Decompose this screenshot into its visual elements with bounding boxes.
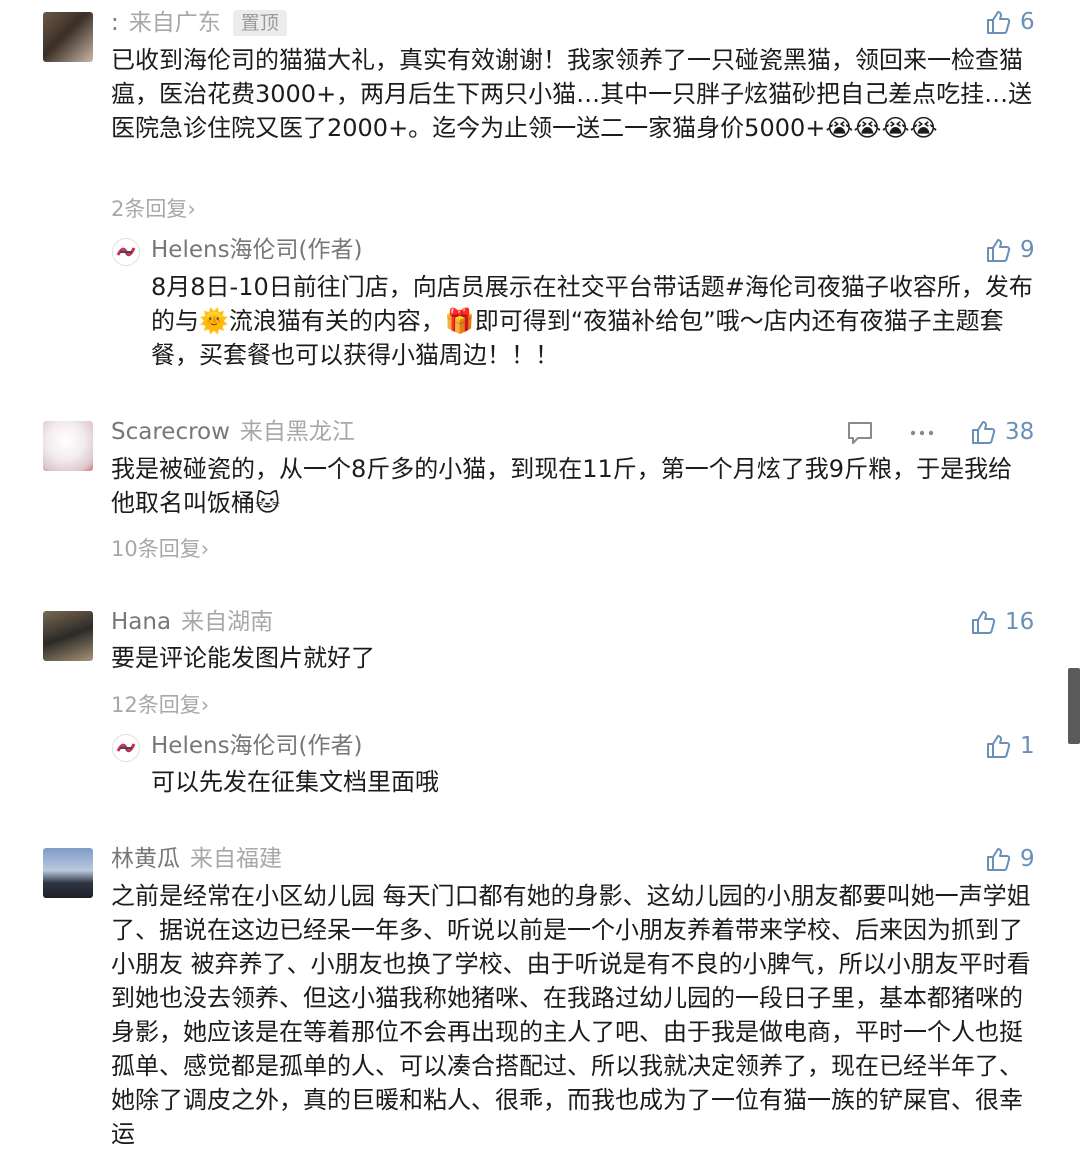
user-name[interactable]: 林黄瓜 [111, 846, 180, 872]
comment-meta: : 来自广东 置顶 [111, 10, 287, 36]
view-replies-link[interactable]: 2条回复› [111, 193, 196, 223]
like-button[interactable]: 38 [970, 418, 1034, 446]
like-count: 6 [1020, 9, 1035, 35]
user-name[interactable]: Scarecrow [111, 419, 230, 445]
user-location: 来自湖南 [181, 609, 274, 635]
reply-author-name[interactable]: Helens海伦司(作者) [151, 733, 363, 759]
thumbs-up-icon [987, 735, 1011, 758]
pinned-badge: 置顶 [232, 10, 287, 36]
user-location: 来自黑龙江 [239, 419, 355, 445]
user-name[interactable]: : [111, 10, 119, 36]
like-count: 1 [1020, 733, 1035, 759]
comment-meta: Hana 来自湖南 [111, 609, 273, 635]
chevron-right-icon: › [200, 693, 210, 717]
reply-meta: Helens海伦司(作者) [151, 733, 363, 759]
chevron-right-icon: › [187, 197, 196, 221]
comment-text: 要是评论能发图片就好了 [111, 644, 375, 672]
more-icon[interactable] [908, 419, 936, 451]
thumbs-up-icon [987, 848, 1011, 871]
replies-count: 2条回复 [111, 197, 188, 221]
like-count: 16 [1005, 609, 1035, 635]
helens-logo-icon[interactable] [112, 734, 140, 762]
thumbs-up-icon [972, 421, 996, 444]
thumbs-up-icon [987, 239, 1011, 262]
reply-meta: Helens海伦司(作者) [151, 237, 363, 263]
like-count: 9 [1020, 846, 1035, 872]
avatar[interactable] [43, 848, 93, 898]
view-replies-link[interactable]: 12条回复› [111, 689, 209, 719]
avatar[interactable] [43, 12, 93, 62]
user-location: 来自广东 [128, 10, 221, 36]
reply-author-name[interactable]: Helens海伦司(作者) [151, 237, 363, 263]
like-button[interactable]: 9 [985, 236, 1035, 264]
like-button[interactable]: 9 [985, 845, 1035, 873]
like-count: 38 [1005, 419, 1035, 445]
thumbs-up-icon [972, 611, 996, 634]
comment-meta: 林黄瓜 来自福建 [111, 846, 282, 872]
reply-text: 8月8日-10日前往门店，向店员展示在社交平台带话题#海伦司夜猫子收容所，发布的… [151, 273, 1033, 369]
like-button[interactable]: 6 [985, 8, 1035, 36]
comment-meta: Scarecrow 来自黑龙江 [111, 419, 355, 445]
view-replies-link[interactable]: 10条回复› [111, 533, 209, 563]
replies-count: 12条回复 [111, 693, 201, 717]
scrollbar[interactable] [1068, 668, 1080, 744]
comment-icon[interactable] [846, 419, 874, 451]
avatar[interactable] [43, 421, 93, 471]
thumbs-up-icon [987, 11, 1011, 34]
user-name[interactable]: Hana [111, 609, 171, 635]
comment-text: 已收到海伦司的猫猫大礼，真实有效谢谢！我家领养了一只碰瓷黑猫，领回来一检查猫瘟，… [111, 46, 1033, 142]
like-count: 9 [1020, 237, 1035, 263]
helens-logo-icon[interactable] [112, 238, 140, 266]
replies-count: 10条回复 [111, 537, 201, 561]
like-button[interactable]: 16 [970, 608, 1034, 636]
reply-text: 可以先发在征集文档里面哦 [151, 768, 439, 796]
avatar[interactable] [43, 611, 93, 661]
comment-text: 我是被碰瓷的，从一个8斤多的小猫，到现在11斤，第一个月炫了我9斤粮，于是我给他… [111, 455, 1013, 517]
like-button[interactable]: 1 [985, 732, 1035, 760]
comment-text: 之前是经常在小区幼儿园 每天门口都有她的身影、这幼儿园的小朋友都要叫她一声学姐了… [111, 882, 1031, 1148]
user-location: 来自福建 [190, 846, 282, 872]
chevron-right-icon: › [200, 537, 210, 561]
